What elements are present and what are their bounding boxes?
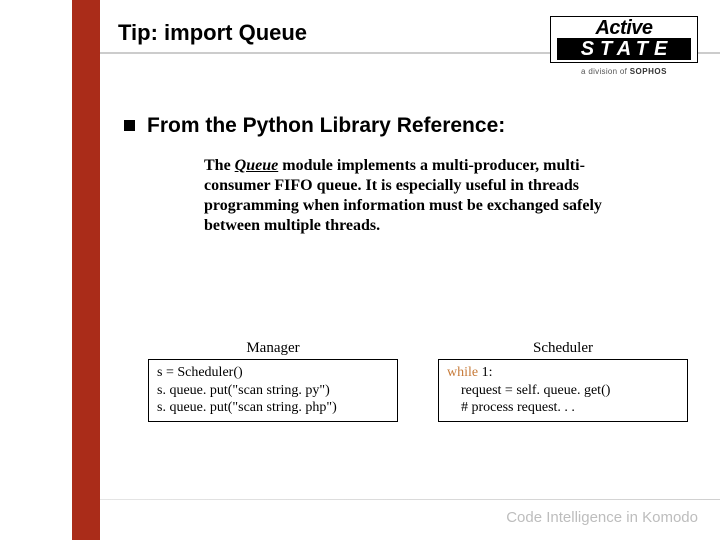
code-box-scheduler: while 1: request = self. queue. get() # … [438,359,688,422]
bullet-row: From the Python Library Reference: [124,114,505,138]
code-right-line2: request = self. queue. get() [447,383,610,398]
code-title-scheduler: Scheduler [438,340,688,357]
desc-module-name: Queue [235,157,279,174]
code-right-line3: # process request. . . [447,400,575,415]
code-left-line1: s = Scheduler() [157,365,243,380]
footer-divider [100,499,720,500]
code-right-rest1: 1: [478,365,492,380]
logo-subtext: a division of SOPHOS [550,67,698,76]
description-paragraph: The Queue module implements a multi-prod… [204,156,604,236]
bullet-icon [124,120,135,131]
bullet-heading: From the Python Library Reference: [147,114,505,138]
code-box-manager: s = Scheduler() s. queue. put("scan stri… [148,359,398,422]
logo-line1: Active [557,19,691,38]
logo-frame: Active STATE [550,16,698,63]
desc-pre: The [204,157,235,174]
footer-text: Code Intelligence in Komodo [506,509,698,526]
left-accent-bar [72,0,100,540]
logo-container: Active STATE a division of SOPHOS [550,16,698,76]
code-left-line2: s. queue. put("scan string. py") [157,383,330,398]
code-col-right: Scheduler while 1: request = self. queue… [438,340,688,422]
code-left-line3: s. queue. put("scan string. php") [157,400,337,415]
logo-sub-brand: SOPHOS [630,67,667,76]
code-section: Manager s = Scheduler() s. queue. put("s… [148,340,688,422]
logo-line2: STATE [557,38,691,60]
code-title-manager: Manager [148,340,398,357]
code-keyword-while: while [447,365,478,380]
logo-sub-prefix: a division of [581,67,630,76]
code-col-left: Manager s = Scheduler() s. queue. put("s… [148,340,398,422]
